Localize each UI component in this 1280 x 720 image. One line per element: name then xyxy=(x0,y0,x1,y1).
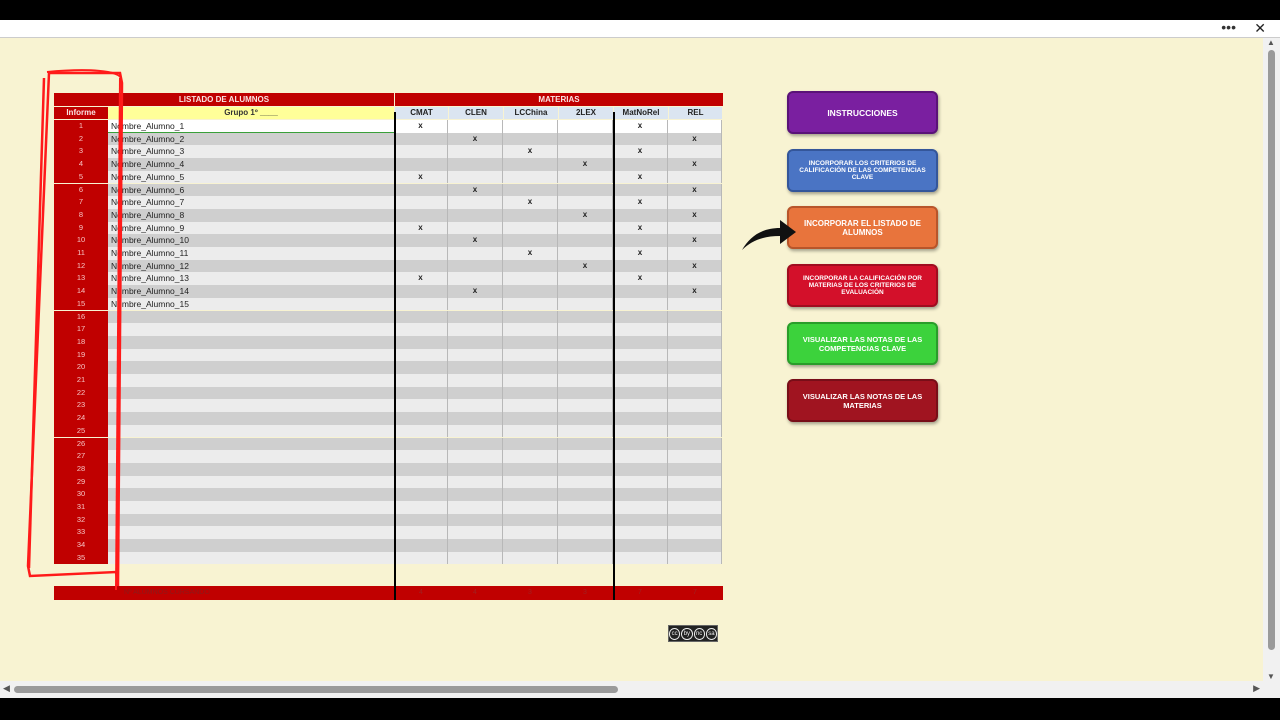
window-titlebar: ••• ✕ xyxy=(0,20,1280,38)
column-divider xyxy=(613,112,615,600)
spreadsheet-area: LISTADO DE ALUMNOS MATERIAS Informe Grupo 1… xyxy=(0,38,1263,681)
selection-highlight xyxy=(26,69,124,591)
horizontal-scrollbar[interactable]: ◀ ▶ xyxy=(0,681,1280,698)
browser-window: ••• ✕ LISTADO DE ALUMNOS MATERIAS Informe G… xyxy=(0,20,1280,698)
close-icon[interactable]: ✕ xyxy=(1254,20,1266,36)
scroll-left-icon[interactable]: ◀ xyxy=(3,683,10,694)
vertical-scrollbar[interactable]: ▲ ▼ xyxy=(1263,38,1280,681)
top-black-bar xyxy=(0,0,1280,20)
bottom-black-bar xyxy=(0,698,1280,720)
more-options-icon[interactable]: ••• xyxy=(1221,20,1236,34)
vertical-scroll-thumb[interactable] xyxy=(1268,50,1275,650)
scroll-up-icon[interactable]: ▲ xyxy=(1267,38,1275,47)
horizontal-scroll-thumb[interactable] xyxy=(14,686,618,693)
scroll-right-icon[interactable]: ▶ xyxy=(1253,683,1260,694)
scroll-down-icon[interactable]: ▼ xyxy=(1267,672,1275,681)
column-divider xyxy=(394,112,396,600)
